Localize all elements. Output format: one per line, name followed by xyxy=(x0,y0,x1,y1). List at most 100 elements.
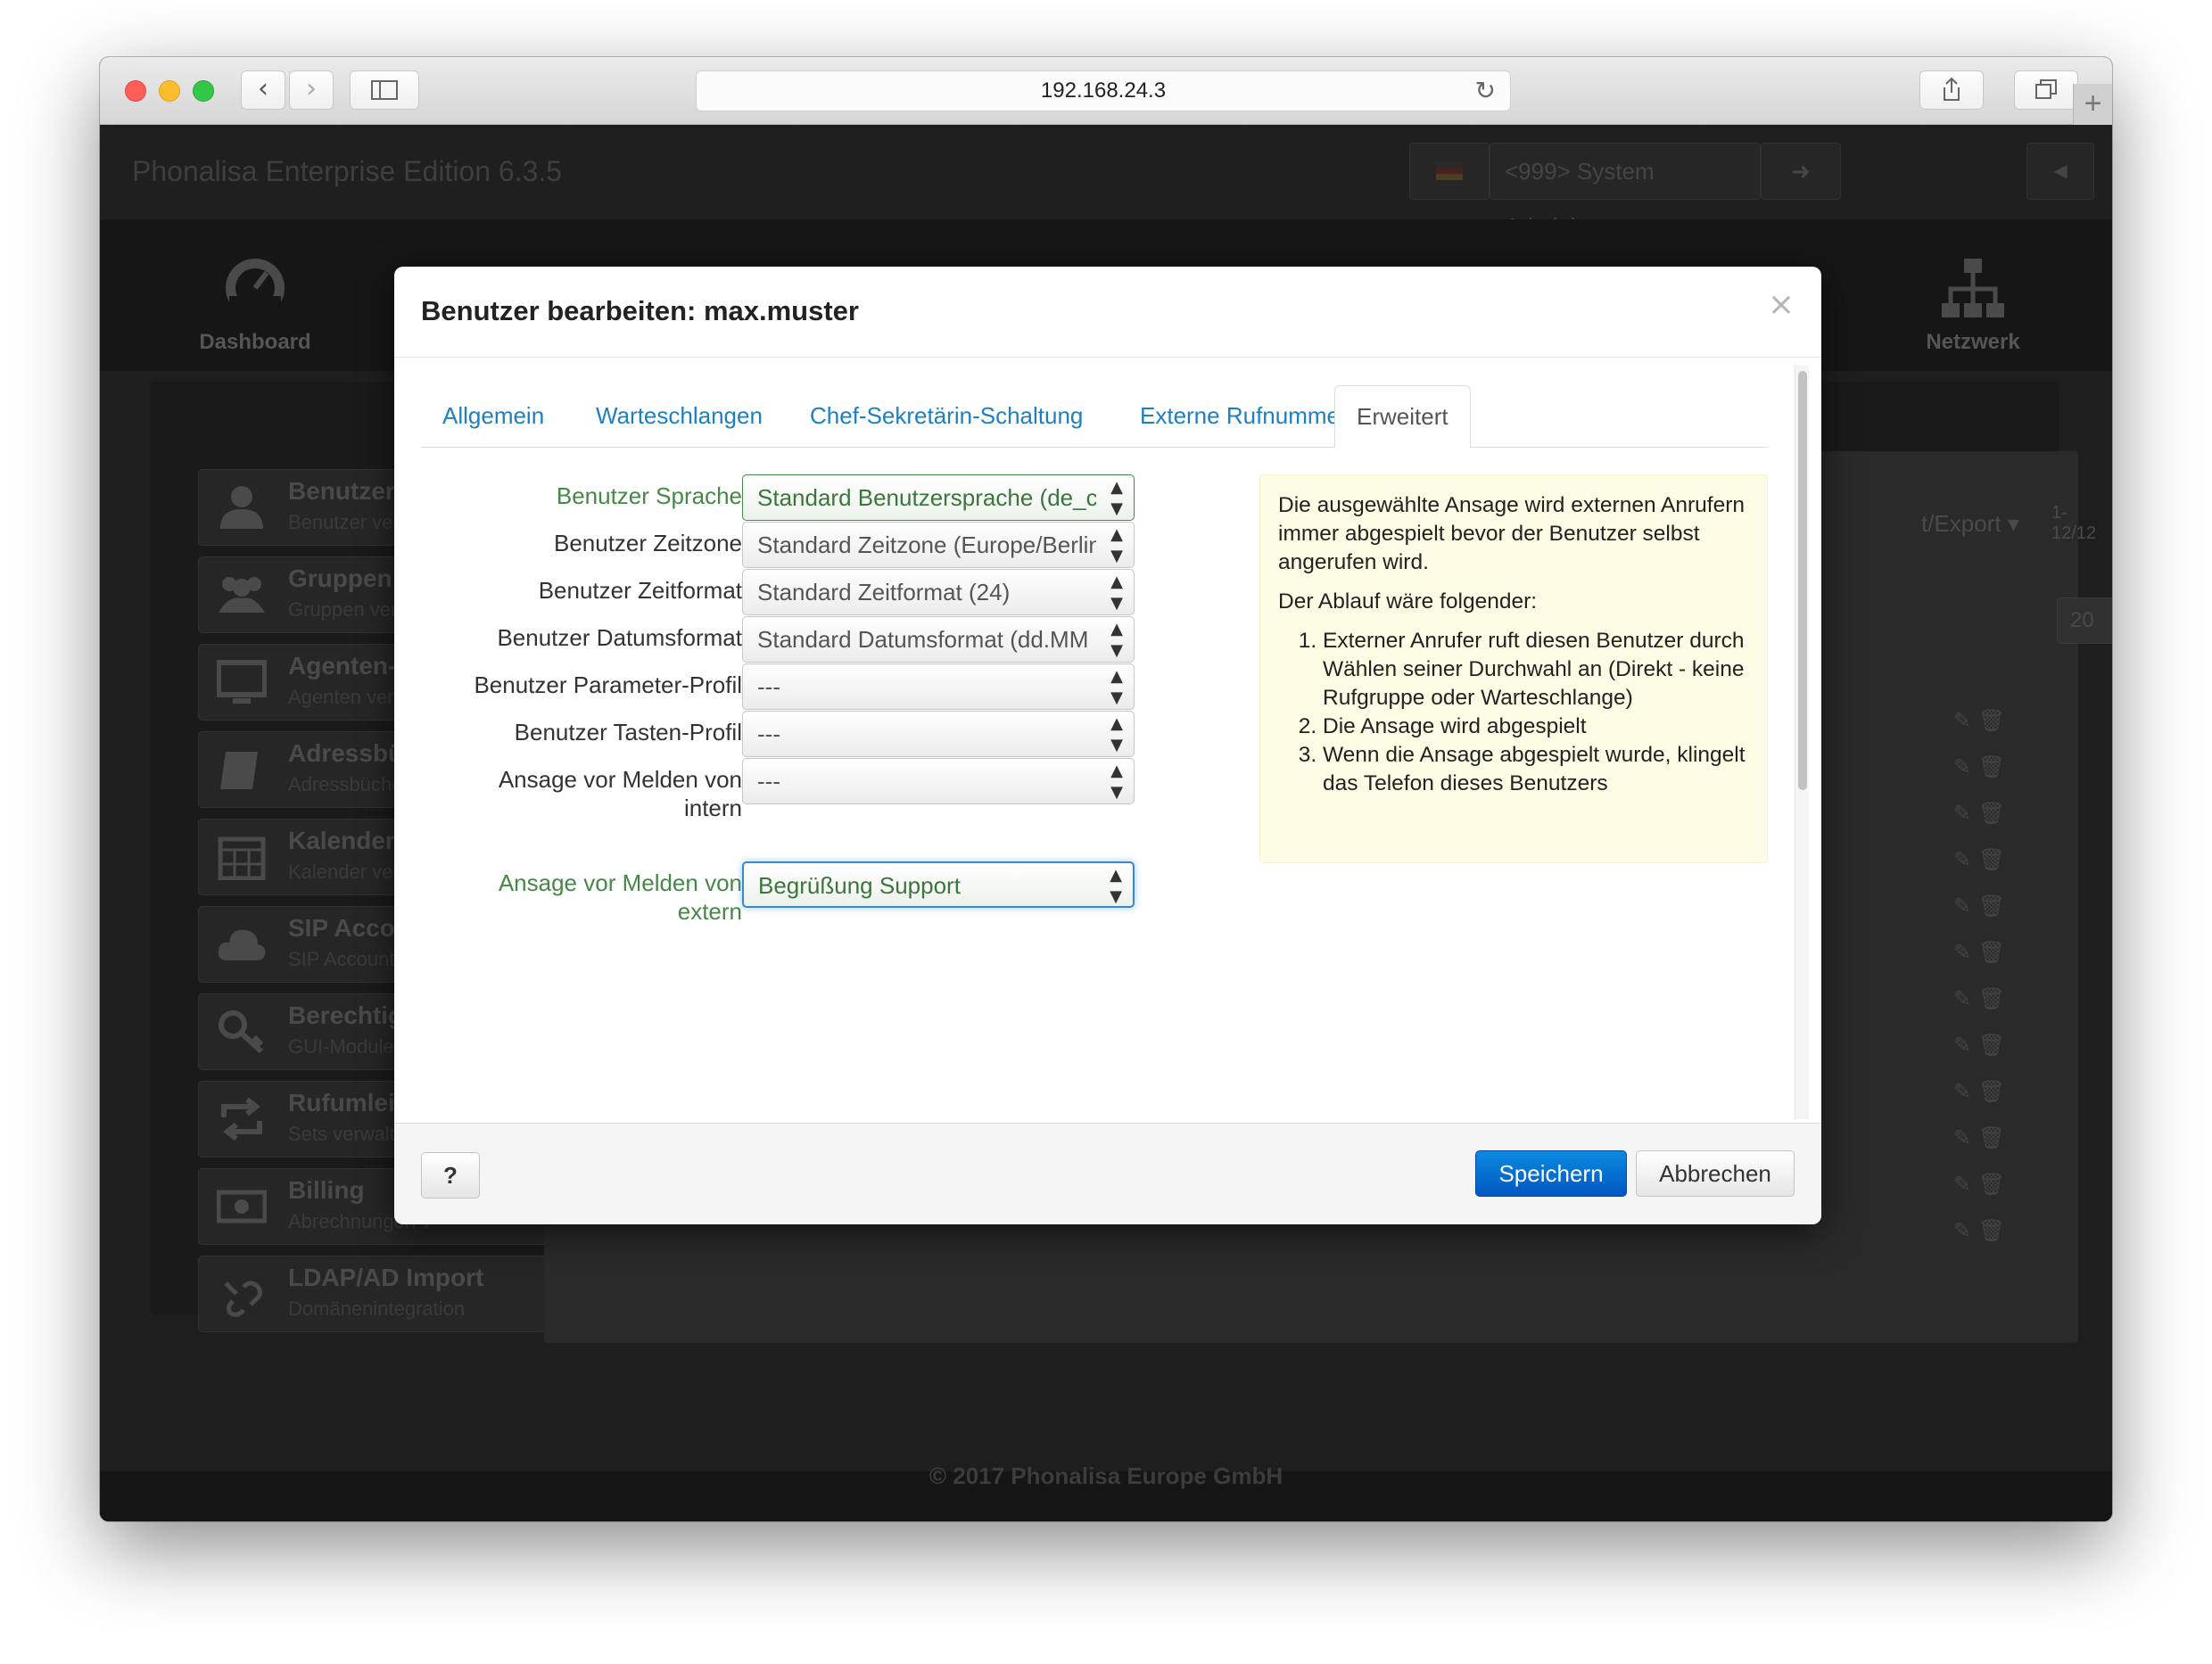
money-icon xyxy=(217,1190,267,1223)
tab-allgemein[interactable]: Allgemein xyxy=(442,385,544,448)
row-actions[interactable]: ✎ 🗑 xyxy=(1953,940,2007,965)
row-actions[interactable]: ✎ 🗑 xyxy=(1953,708,2007,733)
export-label: t/Export xyxy=(1921,510,2002,537)
tab-externe-rufnummern[interactable]: Externe Rufnummern xyxy=(1140,385,1360,448)
app-title: Phonalisa Enterprise Edition 6.3.5 xyxy=(132,155,563,187)
help-info-box: Die ausgewählte Ansage wird externen Anr… xyxy=(1259,474,1768,863)
timeformat-select[interactable]: Standard Zeitformat (24) ▲ ▼ xyxy=(742,569,1135,615)
link-icon xyxy=(224,1281,263,1317)
label-line: extern xyxy=(677,898,742,925)
sidebar-item-title: LDAP/AD Import xyxy=(288,1264,484,1291)
reload-icon[interactable]: ↻ xyxy=(1475,71,1496,111)
save-button[interactable]: Speichern xyxy=(1475,1150,1627,1197)
info-step: Externer Anrufer ruft diesen Benutzer du… xyxy=(1323,627,1749,713)
select-arrows-icon: ▲ ▼ xyxy=(1110,667,1123,707)
sidebar-item-subtitle: Domänenintegration xyxy=(288,1297,466,1320)
back-icon[interactable]: ‹ xyxy=(241,70,285,110)
page-size-select[interactable]: 20 xyxy=(2057,597,2112,644)
user-menu[interactable]: <999> System Administrator ▼ xyxy=(1490,143,1761,240)
dateformat-value: Standard Datumsformat (dd.MM xyxy=(757,626,1089,653)
forward-icon[interactable]: › xyxy=(289,70,334,110)
sidebar-toggle-icon[interactable] xyxy=(350,70,419,110)
language-flag-icon[interactable] xyxy=(1409,143,1490,200)
select-arrows-icon: ▲ ▼ xyxy=(1110,762,1123,802)
announcement-external-label: Ansage vor Melden von extern xyxy=(457,869,742,926)
row-actions[interactable]: ✎ 🗑 xyxy=(1953,1079,2007,1104)
label-line: Ansage vor Melden von xyxy=(498,869,742,896)
zoom-window-button[interactable] xyxy=(193,80,214,102)
info-paragraph: Der Ablauf wäre folgender: xyxy=(1278,589,1538,614)
language-label: Benutzer Sprache xyxy=(556,482,742,509)
sidebar-item-ldap-import[interactable]: LDAP/AD Import Domänenintegration xyxy=(198,1256,560,1332)
language-value: Standard Benutzersprache (de_c xyxy=(757,484,1096,511)
export-menu[interactable]: t/Export ▾ xyxy=(1921,510,2019,538)
key-icon xyxy=(219,1010,264,1054)
parameter-profile-label: Benutzer Parameter-Profil xyxy=(474,671,742,698)
info-step: Die Ansage wird abgespielt xyxy=(1323,713,1749,741)
calendar-icon xyxy=(218,836,266,880)
nav-netzwerk[interactable]: Netzwerk xyxy=(1884,255,2062,355)
sidebar-item-title: Benutzer xyxy=(288,477,395,505)
close-icon[interactable]: × xyxy=(1768,286,1795,323)
tab-erweitert[interactable]: Erweitert xyxy=(1334,385,1471,449)
select-arrows-icon: ▲ ▼ xyxy=(1110,525,1123,565)
row-actions[interactable]: ✎ 🗑 xyxy=(1953,754,2007,779)
timezone-value: Standard Zeitzone (Europe/Berlin xyxy=(757,531,1096,558)
tab-warteschlangen[interactable]: Warteschlangen xyxy=(596,385,763,448)
timezone-select[interactable]: Standard Zeitzone (Europe/Berlin ▲ ▼ xyxy=(742,522,1135,568)
label-line: Ansage vor Melden von xyxy=(498,766,742,793)
nav-dashboard[interactable]: Dashboard xyxy=(166,255,344,355)
share-icon[interactable] xyxy=(1919,70,1984,110)
monitor-icon xyxy=(217,660,267,704)
info-steps: Externer Anrufer ruft diesen Benutzer du… xyxy=(1278,627,1749,798)
dialog-header: Benutzer bearbeiten: max.muster × xyxy=(394,267,1821,358)
announcement-external-select[interactable]: Begrüßung Support ▲ ▼ xyxy=(742,861,1135,908)
select-arrows-icon: ▲ ▼ xyxy=(1110,714,1123,754)
minimize-window-button[interactable] xyxy=(159,80,180,102)
dialog-body: Allgemein Warteschlangen Chef-Sekretärin… xyxy=(394,358,1821,1123)
scrollbar-thumb[interactable] xyxy=(1798,371,1807,790)
sidebar-item-subtitle: GUI-Module xyxy=(288,1035,394,1058)
language-select[interactable]: Standard Benutzersprache (de_c ▲ ▼ xyxy=(742,474,1135,521)
sidebar-item-title: Gruppen xyxy=(288,564,392,592)
row-actions[interactable]: ✎ 🗑 xyxy=(1953,1218,2007,1243)
tab-chef-sekretaerin[interactable]: Chef-Sekretärin-Schaltung xyxy=(810,385,1083,448)
parameter-profile-select[interactable]: --- ▲ ▼ xyxy=(742,663,1135,710)
book-icon xyxy=(220,752,258,789)
copyright: © 2017 Phonalisa Europe GmbH xyxy=(929,1462,1283,1489)
logout-icon[interactable]: ➜ xyxy=(1761,143,1841,200)
page-size-value: 20 xyxy=(2070,608,2094,632)
close-window-button[interactable] xyxy=(125,80,146,102)
browser-toolbar: ‹ › 192.168.24.3 ↻ + xyxy=(100,57,2112,125)
user-icon xyxy=(220,486,263,529)
announcement-internal-select[interactable]: --- ▲ ▼ xyxy=(742,758,1135,804)
nav-dashboard-label: Dashboard xyxy=(199,330,311,354)
select-arrows-icon: ▲ ▼ xyxy=(1110,620,1123,660)
row-actions[interactable]: ✎ 🗑 xyxy=(1953,894,2007,918)
row-actions[interactable]: ✎ 🗑 xyxy=(1953,847,2007,872)
help-button[interactable]: ? xyxy=(421,1152,480,1199)
select-arrows-icon: ▲ ▼ xyxy=(1110,573,1123,613)
row-actions[interactable]: ✎ 🗑 xyxy=(1953,1125,2007,1150)
dialog-tabs: Allgemein Warteschlangen Chef-Sekretärin… xyxy=(421,385,1768,449)
key-profile-label: Benutzer Tasten-Profil xyxy=(514,719,742,746)
tabs-overview-icon[interactable] xyxy=(2014,70,2078,110)
announcement-internal-label: Ansage vor Melden von intern xyxy=(457,765,742,822)
row-actions[interactable]: ✎ 🗑 xyxy=(1953,801,2007,826)
dialog-footer: ? Speichern Abbrechen xyxy=(394,1123,1821,1224)
row-actions[interactable]: ✎ 🗑 xyxy=(1953,1033,2007,1058)
info-paragraph: Die ausgewählte Ansage wird externen Anr… xyxy=(1278,493,1745,574)
group-icon xyxy=(219,577,265,613)
dialog-scrollbar[interactable] xyxy=(1795,366,1809,1119)
sidebar-item-title: Billing xyxy=(288,1176,365,1204)
collapse-icon[interactable]: ◀ xyxy=(2026,143,2094,200)
sidebar-item-title: Kalender xyxy=(288,827,395,854)
row-actions[interactable]: ✎ 🗑 xyxy=(1953,986,2007,1011)
address-bar[interactable]: 192.168.24.3 ↻ xyxy=(696,70,1511,111)
new-tab-icon[interactable]: + xyxy=(2073,84,2112,125)
cancel-button[interactable]: Abbrechen xyxy=(1636,1150,1795,1197)
announcement-external-value: Begrüßung Support xyxy=(758,872,961,899)
key-profile-select[interactable]: --- ▲ ▼ xyxy=(742,711,1135,757)
row-actions[interactable]: ✎ 🗑 xyxy=(1953,1172,2007,1197)
dateformat-select[interactable]: Standard Datumsformat (dd.MM ▲ ▼ xyxy=(742,616,1135,663)
